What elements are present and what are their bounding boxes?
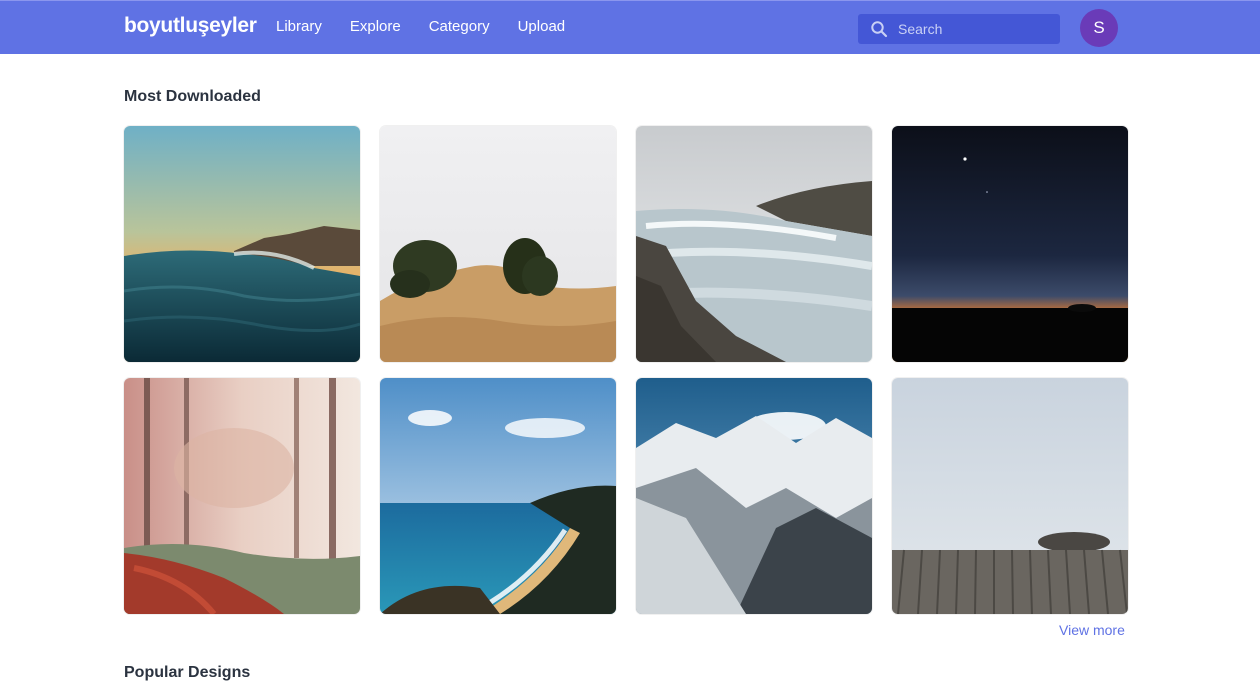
view-more-link[interactable]: View more <box>1059 622 1125 638</box>
section-title-most-downloaded: Most Downloaded <box>124 88 261 105</box>
image-snowy-mountain-range[interactable] <box>636 378 872 614</box>
nav-explore[interactable]: Explore <box>350 18 401 35</box>
image-grid <box>124 126 1130 614</box>
nav-library[interactable]: Library <box>276 18 322 35</box>
top-navigation-bar: boyutluşeyler Library Explore Category U… <box>0 0 1260 54</box>
search-icon[interactable] <box>870 20 888 38</box>
image-coastline-beach[interactable] <box>380 378 616 614</box>
image-ocean-wave-sunset[interactable] <box>124 126 360 362</box>
image-night-sky-horizon[interactable] <box>892 126 1128 362</box>
main-nav: Library Explore Category Upload <box>276 18 593 35</box>
image-foggy-wooden-deck[interactable] <box>892 378 1128 614</box>
section-title-popular-designs: Popular Designs <box>124 664 251 681</box>
brand-logo[interactable]: boyutluşeyler <box>124 14 257 38</box>
image-foggy-cliff-trees[interactable] <box>380 126 616 362</box>
search-input[interactable] <box>898 14 1053 44</box>
user-avatar[interactable]: S <box>1080 9 1118 47</box>
image-waterfall-river[interactable] <box>636 126 872 362</box>
nav-upload[interactable]: Upload <box>518 18 566 35</box>
nav-category[interactable]: Category <box>429 18 490 35</box>
image-autumn-forest-path[interactable] <box>124 378 360 614</box>
search-box <box>858 14 1060 44</box>
